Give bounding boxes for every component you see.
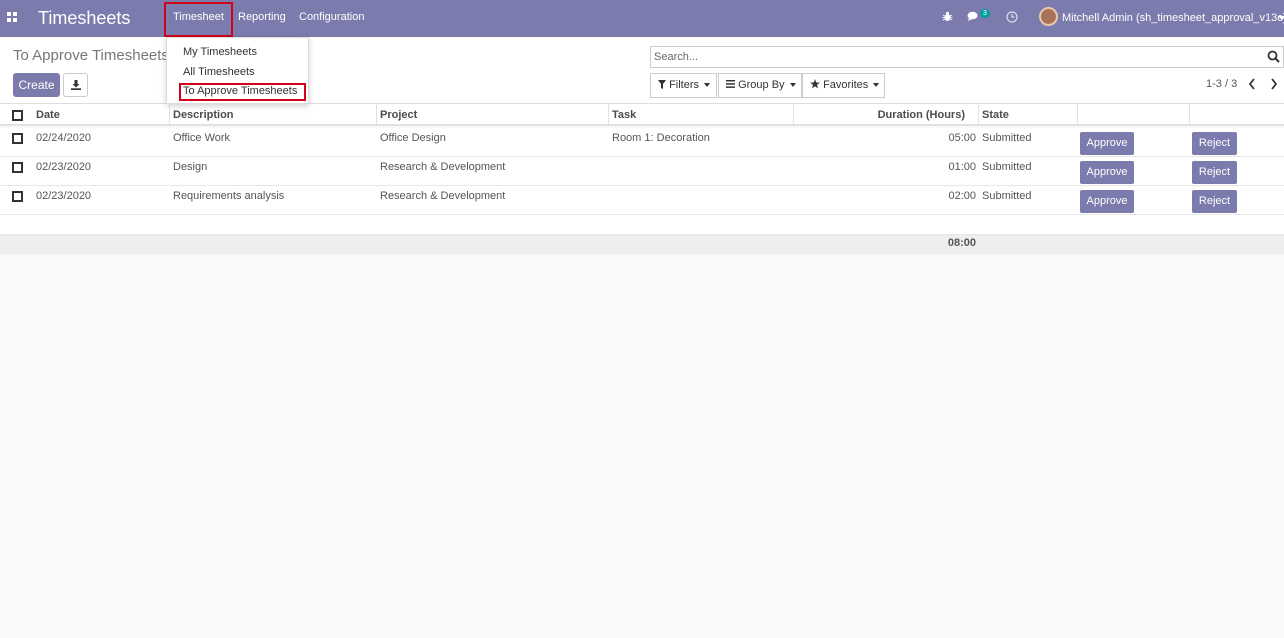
search-icon[interactable] xyxy=(1267,50,1280,63)
filters-label: Filters xyxy=(669,79,700,91)
clock-icon[interactable] xyxy=(1006,11,1018,26)
pager-previous-icon[interactable] xyxy=(1248,78,1256,93)
timesheet-dropdown-menu: My Timesheets All Timesheets To Approve … xyxy=(166,37,309,104)
row-checkbox[interactable] xyxy=(12,133,23,144)
menu-item-highlight xyxy=(179,83,306,101)
row-checkbox[interactable] xyxy=(12,162,23,173)
total-duration: 08:00 xyxy=(947,237,976,249)
favorites-button[interactable]: Favorites xyxy=(802,73,885,98)
app-brand[interactable]: Timesheets xyxy=(38,8,130,29)
column-header-task[interactable]: Task xyxy=(609,104,794,126)
reject-button[interactable]: Reject xyxy=(1192,190,1237,213)
table-header: Date Description Project Task Duration (… xyxy=(0,104,1284,126)
column-header-project[interactable]: Project xyxy=(377,104,609,126)
list-icon xyxy=(726,80,735,88)
cell-state: Submitted xyxy=(982,161,1032,173)
column-header-reject xyxy=(1190,104,1284,126)
filter-icon xyxy=(658,80,666,89)
cell-description: Design xyxy=(173,161,208,173)
table-row[interactable]: 02/24/2020 Office Work Office Design Roo… xyxy=(0,128,1284,157)
filters-button[interactable]: Filters xyxy=(650,73,717,98)
chat-icon[interactable] xyxy=(967,11,980,25)
cell-duration: 02:00 xyxy=(948,190,976,202)
messages-count-badge: 3 xyxy=(980,9,990,18)
column-header-date[interactable]: Date xyxy=(33,104,170,126)
column-header-approve xyxy=(1078,104,1190,126)
menu-reporting[interactable]: Reporting xyxy=(238,11,286,23)
cell-description: Office Work xyxy=(173,132,231,144)
table-row[interactable]: 02/23/2020 Requirements analysis Researc… xyxy=(0,186,1284,215)
menu-item-all-timesheets[interactable]: All Timesheets xyxy=(183,66,255,78)
page-title: To Approve Timesheets xyxy=(13,47,169,64)
column-header-duration[interactable]: Duration (Hours) xyxy=(794,104,979,126)
row-checkbox[interactable] xyxy=(12,191,23,202)
reject-button[interactable]: Reject xyxy=(1192,132,1237,155)
bug-icon[interactable] xyxy=(942,11,953,25)
cell-project: Research & Development xyxy=(380,190,506,202)
cell-date: 02/24/2020 xyxy=(36,132,92,144)
empty-row xyxy=(0,215,1284,235)
reject-button[interactable]: Reject xyxy=(1192,161,1237,184)
approve-button[interactable]: Approve xyxy=(1080,161,1134,184)
caret-down-icon xyxy=(704,83,711,88)
group-by-button[interactable]: Group By xyxy=(718,73,802,98)
group-by-label: Group By xyxy=(738,79,785,91)
cell-task: Room 1: Decoration xyxy=(612,132,710,144)
cell-duration: 01:00 xyxy=(948,161,976,173)
user-avatar[interactable] xyxy=(1039,7,1058,26)
pager-next-icon[interactable] xyxy=(1270,78,1278,93)
star-icon xyxy=(810,79,820,89)
cell-state: Submitted xyxy=(982,132,1032,144)
top-navbar: Timesheets Timesheet Reporting Configura… xyxy=(0,0,1284,37)
cell-project: Research & Development xyxy=(380,161,506,173)
approve-button[interactable]: Approve xyxy=(1080,132,1134,155)
table-footer: 08:00 xyxy=(0,235,1284,254)
cell-duration: 05:00 xyxy=(948,132,976,144)
download-button[interactable] xyxy=(63,73,88,97)
download-icon xyxy=(71,80,81,90)
cell-state: Submitted xyxy=(982,190,1032,202)
caret-down-icon xyxy=(789,83,796,88)
menu-timesheet-highlight xyxy=(164,2,233,37)
approve-button[interactable]: Approve xyxy=(1080,190,1134,213)
column-header-state[interactable]: State xyxy=(979,104,1078,126)
cell-project: Office Design xyxy=(380,132,446,144)
apps-menu-icon[interactable] xyxy=(7,12,19,24)
user-name[interactable]: Mitchell Admin (sh_timesheet_approval_v1… xyxy=(1062,12,1284,24)
menu-item-my-timesheets[interactable]: My Timesheets xyxy=(183,46,257,58)
create-button[interactable]: Create xyxy=(13,73,60,97)
user-caret-icon[interactable] xyxy=(1278,16,1284,20)
cell-description: Requirements analysis xyxy=(173,190,285,202)
pager-value[interactable]: 1-3 / 3 xyxy=(1206,78,1237,90)
cell-date: 02/23/2020 xyxy=(36,190,92,202)
favorites-label: Favorites xyxy=(823,79,869,91)
column-header-description[interactable]: Description xyxy=(170,104,377,126)
caret-down-icon xyxy=(873,83,880,88)
menu-configuration[interactable]: Configuration xyxy=(299,11,364,23)
cell-date: 02/23/2020 xyxy=(36,161,92,173)
select-all-checkbox[interactable] xyxy=(12,110,23,121)
table-row[interactable]: 02/23/2020 Design Research & Development… xyxy=(0,157,1284,186)
search-bar xyxy=(650,46,1284,68)
search-input[interactable] xyxy=(654,49,1254,65)
